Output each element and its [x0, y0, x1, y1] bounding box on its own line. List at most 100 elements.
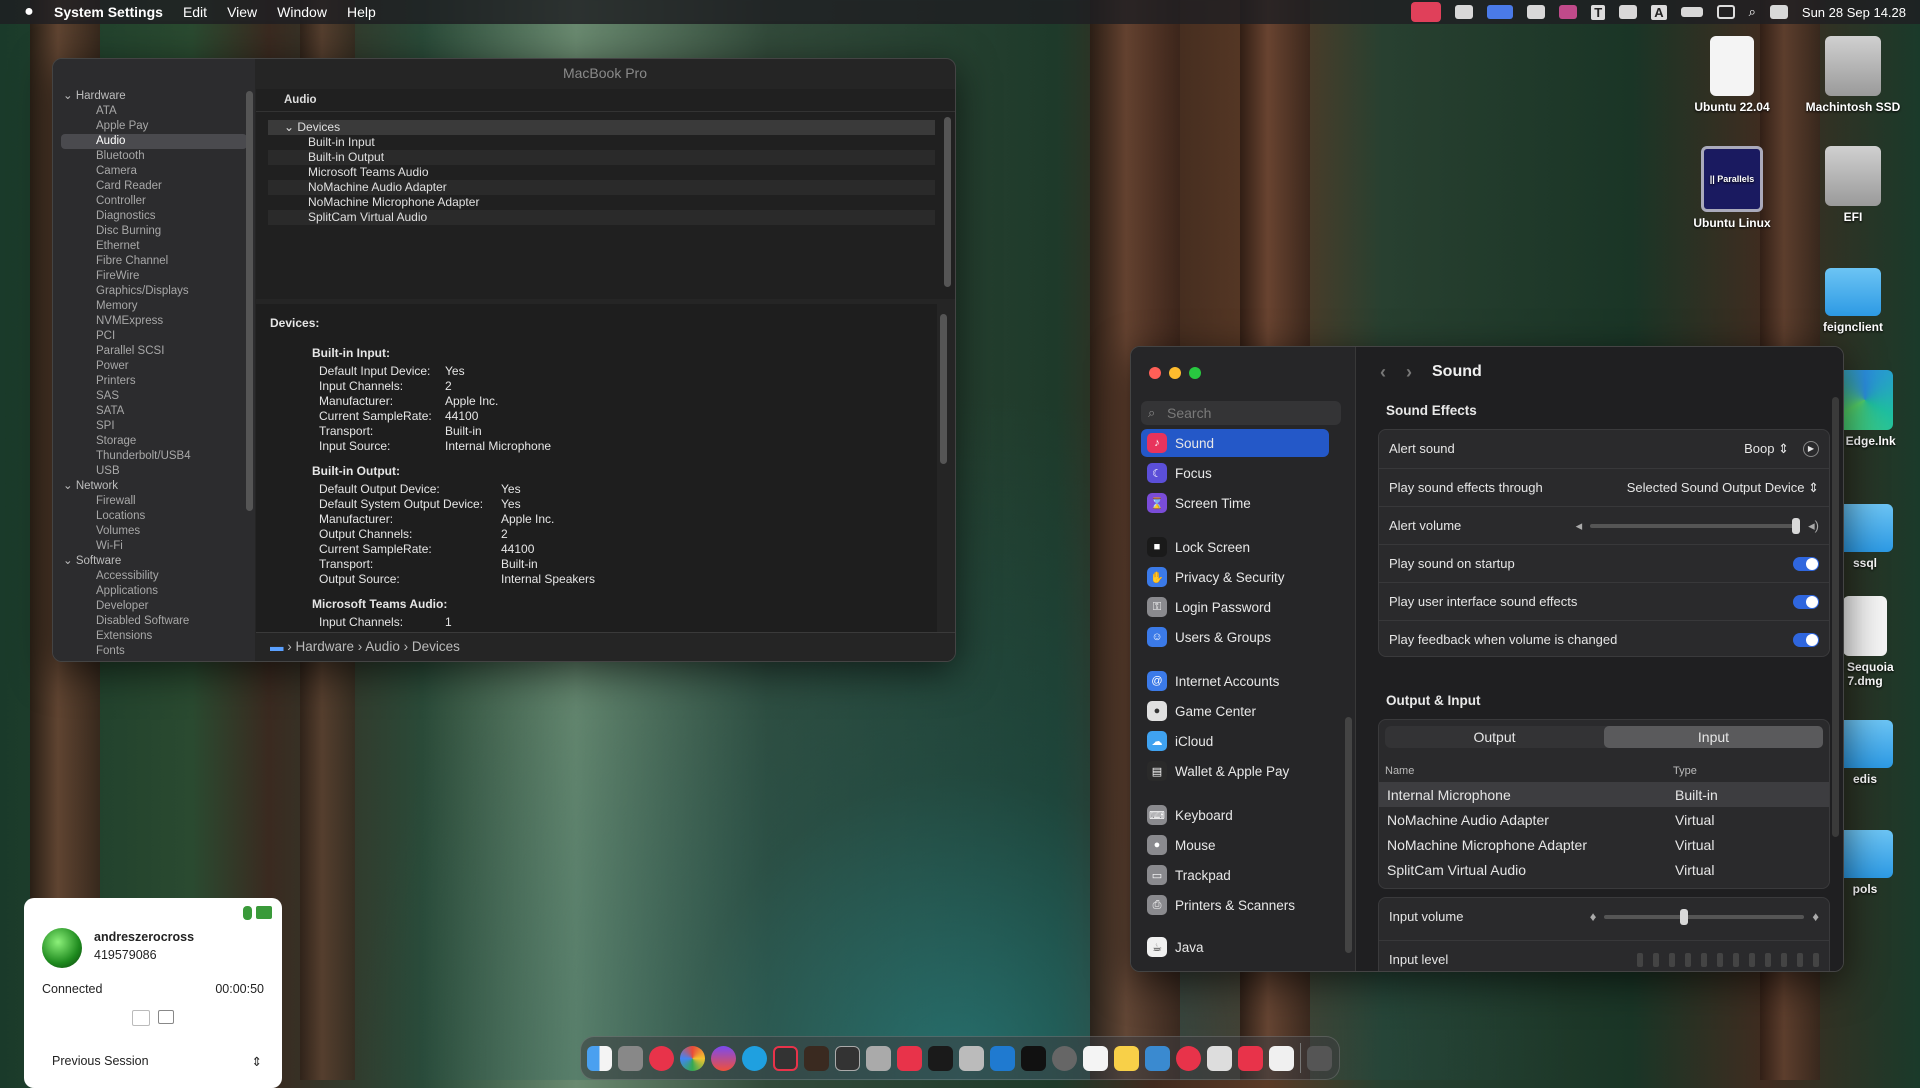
sidebar-item-focus[interactable]: ☾ Focus	[1141, 459, 1329, 487]
sidebar-item[interactable]: Accessibility	[53, 569, 255, 584]
sidebar-item[interactable]: Ethernet	[53, 239, 255, 254]
desktop-icon-efi[interactable]: EFI	[1798, 146, 1908, 224]
path-segment[interactable]: Hardware	[296, 639, 355, 654]
sidebar-item-keyboard[interactable]: ⌨ Keyboard	[1141, 801, 1329, 829]
app-icon[interactable]	[959, 1045, 984, 1071]
sidebar-item[interactable]: Locations	[53, 509, 255, 524]
vscode-icon[interactable]	[990, 1045, 1015, 1071]
sidebar-item[interactable]: Parallel SCSI	[53, 344, 255, 359]
sidebar-item[interactable]: Printers	[53, 374, 255, 389]
sidebar-item[interactable]: Card Reader	[53, 179, 255, 194]
desktop-icon-ubuntu-2204[interactable]: Ubuntu 22.04	[1677, 36, 1787, 114]
sidebar-item[interactable]: Audio	[61, 134, 247, 149]
postman-icon[interactable]	[804, 1045, 829, 1071]
input-source-icon[interactable]: A	[1651, 4, 1667, 20]
menu-app-name[interactable]: System Settings	[54, 4, 163, 20]
list-item[interactable]: Built-in Input	[268, 135, 935, 150]
keyboard-icon[interactable]	[1619, 5, 1638, 19]
screen-share-icon[interactable]	[1411, 2, 1442, 22]
sidebar-item[interactable]: Extensions	[53, 629, 255, 644]
slider-thumb[interactable]	[1792, 517, 1801, 534]
battery-icon[interactable]	[1680, 7, 1703, 17]
sidebar-item[interactable]: Apple Pay	[53, 119, 255, 134]
zoom-button[interactable]	[1189, 367, 1201, 379]
minimize-button[interactable]	[1169, 367, 1181, 379]
app-icon[interactable]	[1176, 1045, 1201, 1071]
notes-icon[interactable]	[1114, 1045, 1139, 1071]
sidebar-item[interactable]: Camera	[53, 164, 255, 179]
sidebar-item[interactable]: SPI	[53, 419, 255, 434]
sidebar-item-trackpad[interactable]: ▭ Trackpad	[1141, 861, 1329, 889]
table-row[interactable]: NoMachine Microphone Adapter Virtual	[1379, 832, 1829, 857]
table-row[interactable]: SplitCam Virtual Audio Virtual	[1379, 857, 1829, 882]
sidebar-item[interactable]: Memory	[53, 299, 255, 314]
intellij-icon[interactable]	[928, 1045, 953, 1071]
app-icon[interactable]	[866, 1045, 891, 1071]
sidebar-scrollbar[interactable]	[246, 91, 253, 511]
finder-icon[interactable]	[587, 1045, 612, 1071]
sidebar-item-sound[interactable]: ♪ Sound	[1141, 429, 1329, 457]
alert-sound-popup[interactable]: Boop ⇕	[1744, 441, 1789, 457]
sidebar-item[interactable]: SATA	[53, 404, 255, 419]
status-icon[interactable]	[1559, 5, 1578, 19]
sidebar-item[interactable]: Firewall	[53, 494, 255, 509]
sidebar-item-game-center[interactable]: ● Game Center	[1141, 697, 1329, 725]
desktop-icon-ubuntu-linux[interactable]: || Parallels Ubuntu Linux	[1677, 146, 1787, 230]
status-icon[interactable]	[1455, 5, 1474, 19]
list-group-devices[interactable]: ⌄ Devices	[268, 120, 935, 135]
search-icon[interactable]: ⌕	[1749, 4, 1756, 20]
sidebar-item[interactable]: Volumes	[53, 524, 255, 539]
sidebar-group-software[interactable]: ⌄ Software	[53, 554, 255, 569]
app-icon[interactable]	[1269, 1045, 1294, 1071]
list-item[interactable]: SplitCam Virtual Audio	[268, 210, 935, 225]
sidebar-item[interactable]: Fibre Channel	[53, 254, 255, 269]
sidebar-item-internet-accounts[interactable]: @ Internet Accounts	[1141, 667, 1329, 695]
sidebar-group-hardware[interactable]: ⌄ Hardware	[53, 89, 255, 104]
message-icon[interactable]	[158, 1010, 174, 1024]
sidebar-item-printers-scanners[interactable]: ⎙ Printers & Scanners	[1141, 891, 1329, 919]
menu-edit[interactable]: Edit	[183, 4, 207, 20]
sidebar-item-lock-screen[interactable]: ■ Lock Screen	[1141, 533, 1329, 561]
chat-icon[interactable]	[256, 906, 272, 919]
path-segment[interactable]: Audio	[365, 639, 400, 654]
apple-menu-icon[interactable]: ●	[18, 1, 40, 23]
list-item[interactable]: Microsoft Teams Audio	[268, 165, 935, 180]
column-name[interactable]: Name	[1379, 765, 1673, 777]
sidebar-item[interactable]: Developer	[53, 599, 255, 614]
control-center-icon[interactable]	[1769, 5, 1788, 19]
sidebar-item[interactable]: Fonts	[53, 644, 255, 659]
table-row[interactable]: Internal Microphone Built-in	[1379, 782, 1829, 807]
sidebar-group-network[interactable]: ⌄ Network	[53, 479, 255, 494]
sidebar-item-java[interactable]: ☕ Java	[1141, 933, 1329, 961]
edge-icon[interactable]	[742, 1045, 767, 1071]
sidebar-item-login-password[interactable]: ⚿ Login Password	[1141, 593, 1329, 621]
app-icon[interactable]	[1083, 1045, 1108, 1071]
forward-button[interactable]: ›	[1406, 362, 1412, 383]
sidebar-item[interactable]: Disc Burning	[53, 224, 255, 239]
list-scrollbar[interactable]	[944, 117, 951, 287]
previous-session-button[interactable]: Previous Session ⇕	[52, 1054, 262, 1069]
sidebar-item[interactable]: Diagnostics	[53, 209, 255, 224]
sidebar-item[interactable]: PCI	[53, 329, 255, 344]
list-item[interactable]: NoMachine Microphone Adapter	[268, 195, 935, 210]
launchpad-icon[interactable]	[618, 1045, 643, 1071]
vpn-icon[interactable]	[1716, 5, 1735, 19]
document-icon[interactable]	[1207, 1045, 1232, 1071]
tab-input[interactable]: Input	[1604, 726, 1823, 748]
list-item[interactable]: Built-in Output	[268, 150, 935, 165]
sidebar-item[interactable]: Controller	[53, 194, 255, 209]
status-text-icon[interactable]: T	[1591, 4, 1606, 20]
sidebar-item[interactable]: Bluetooth	[53, 149, 255, 164]
terminal-icon[interactable]	[835, 1045, 860, 1071]
sidebar-item-icloud[interactable]: ☁ iCloud	[1141, 727, 1329, 755]
sidebar-item[interactable]: FireWire	[53, 269, 255, 284]
rider-icon[interactable]	[897, 1045, 922, 1071]
sidebar-item-mouse[interactable]: ● Mouse	[1141, 831, 1329, 859]
ui-sounds-toggle[interactable]	[1793, 594, 1819, 609]
volume-feedback-toggle[interactable]	[1793, 632, 1819, 647]
column-type[interactable]: Type	[1673, 765, 1697, 777]
sidebar-item[interactable]: Applications	[53, 584, 255, 599]
sidebar-item[interactable]: Thunderbolt/USB4	[53, 449, 255, 464]
sidebar-item[interactable]: Wi-Fi	[53, 539, 255, 554]
sidebar-item[interactable]: Power	[53, 359, 255, 374]
